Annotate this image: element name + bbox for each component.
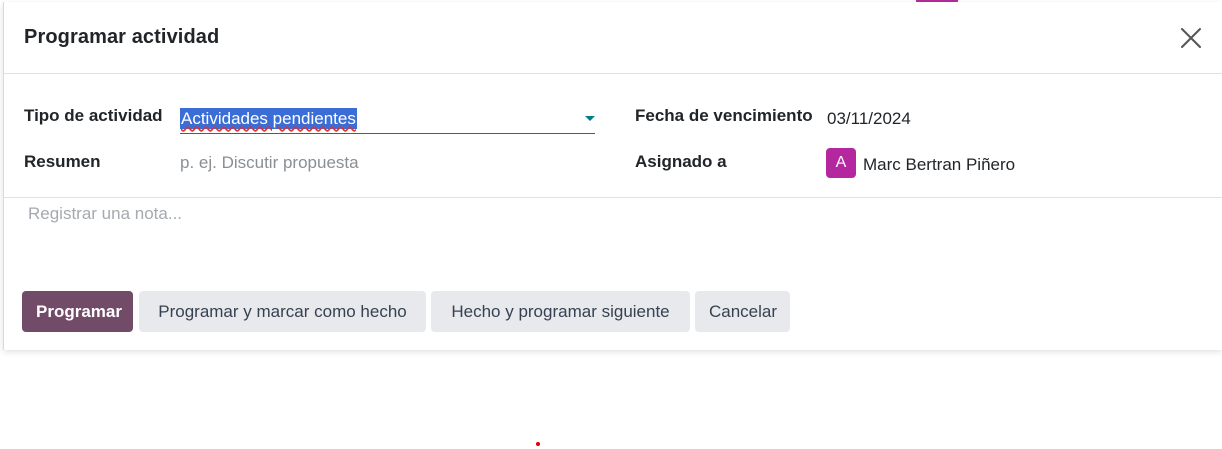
- activity-type-select[interactable]: Actividades pendientes: [180, 104, 595, 134]
- assigned-label: Asignado a: [635, 152, 727, 171]
- due-date-label: Fecha de vencimiento: [635, 106, 813, 125]
- avatar: A: [826, 148, 856, 178]
- done-and-schedule-next-button[interactable]: Hecho y programar siguiente: [431, 291, 690, 332]
- schedule-activity-dialog: Programar actividad Tipo de actividad Ac…: [3, 2, 1222, 350]
- summary-label: Resumen: [24, 152, 101, 171]
- dialog-body: Tipo de actividad Actividades pendientes…: [4, 0, 1222, 228]
- schedule-and-mark-done-button[interactable]: Programar y marcar como hecho: [139, 291, 426, 332]
- caret-down-icon[interactable]: [585, 116, 595, 121]
- cancel-button[interactable]: Cancelar: [695, 291, 790, 332]
- due-date-field[interactable]: 03/11/2024: [827, 109, 911, 129]
- schedule-button[interactable]: Programar: [22, 291, 133, 332]
- assigned-user-field[interactable]: Marc Bertran Piñero: [863, 155, 1015, 175]
- activity-type-label: Tipo de actividad: [24, 106, 163, 125]
- note-input[interactable]: [28, 200, 1198, 228]
- cursor-dot: [536, 442, 540, 446]
- summary-input[interactable]: [180, 150, 595, 176]
- activity-type-value: Actividades pendientes: [180, 108, 357, 129]
